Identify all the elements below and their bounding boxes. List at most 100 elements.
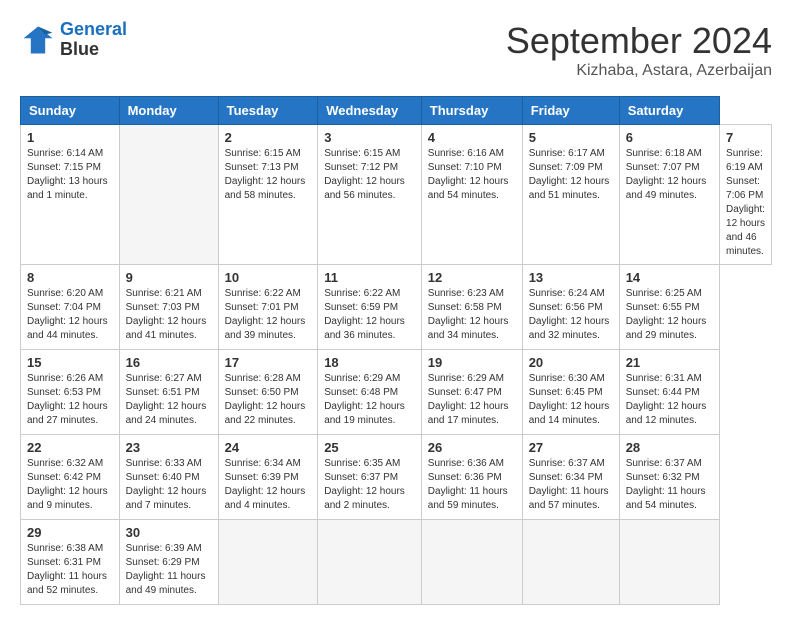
day-number: 1	[27, 130, 113, 145]
day-info: Sunrise: 6:34 AMSunset: 6:39 PMDaylight:…	[225, 457, 312, 513]
calendar-day-3: 3 Sunrise: 6:15 AMSunset: 7:12 PMDaylight…	[318, 125, 422, 265]
day-number: 29	[27, 525, 113, 540]
day-number: 14	[626, 270, 713, 285]
day-number: 24	[225, 440, 312, 455]
day-info: Sunrise: 6:29 AMSunset: 6:47 PMDaylight:…	[428, 372, 516, 428]
calendar-day-10: 10 Sunrise: 6:22 AMSunset: 7:01 PMDayligh…	[218, 265, 318, 350]
day-number: 23	[126, 440, 212, 455]
calendar-day-empty	[522, 520, 619, 605]
day-header-sunday: Sunday	[21, 97, 120, 125]
calendar-day-2: 2 Sunrise: 6:15 AMSunset: 7:13 PMDaylight…	[218, 125, 318, 265]
calendar-day-17: 17 Sunrise: 6:28 AMSunset: 6:50 PMDayligh…	[218, 350, 318, 435]
calendar-day-empty	[218, 520, 318, 605]
day-number: 28	[626, 440, 713, 455]
day-info: Sunrise: 6:29 AMSunset: 6:48 PMDaylight:…	[324, 372, 415, 428]
calendar-day-11: 11Sunrise: 6:22 AMSunset: 6:59 PMDayligh…	[318, 265, 422, 350]
calendar-day-21: 21Sunrise: 6:31 AMSunset: 6:44 PMDayligh…	[619, 350, 719, 435]
day-number: 12	[428, 270, 516, 285]
day-info: Sunrise: 6:26 AMSunset: 6:53 PMDaylight:…	[27, 372, 113, 428]
day-header-monday: Monday	[119, 97, 218, 125]
day-info: Sunrise: 6:33 AMSunset: 6:40 PMDaylight:…	[126, 457, 212, 513]
day-number: 7	[726, 130, 765, 145]
location-title: Kizhaba, Astara, Azerbaijan	[506, 62, 772, 80]
logo-text: General Blue	[60, 20, 127, 60]
day-info: Sunrise: 6:15 AMSunset: 7:13 PMDaylight:…	[225, 147, 312, 203]
day-info: Sunrise: 6:31 AMSunset: 6:44 PMDaylight:…	[626, 372, 713, 428]
day-info: Sunrise: 6:14 AMSunset: 7:15 PMDaylight:…	[27, 147, 113, 203]
day-number: 25	[324, 440, 415, 455]
day-header-saturday: Saturday	[619, 97, 719, 125]
day-number: 26	[428, 440, 516, 455]
calendar-day-empty	[619, 520, 719, 605]
day-number: 13	[529, 270, 613, 285]
calendar-day-15: 15 Sunrise: 6:26 AMSunset: 6:53 PMDayligh…	[21, 350, 120, 435]
calendar-week-5: 29 Sunrise: 6:38 AMSunset: 6:31 PMDayligh…	[21, 520, 772, 605]
day-info: Sunrise: 6:28 AMSunset: 6:50 PMDaylight:…	[225, 372, 312, 428]
calendar-day-empty	[421, 520, 522, 605]
calendar-day-25: 25 Sunrise: 6:35 AMSunset: 6:37 PMDayligh…	[318, 435, 422, 520]
day-info: Sunrise: 6:37 AMSunset: 6:32 PMDaylight:…	[626, 457, 713, 513]
calendar-day-8: 8Sunrise: 6:20 AMSunset: 7:04 PMDaylight…	[21, 265, 120, 350]
day-number: 16	[126, 355, 212, 370]
logo-icon	[20, 22, 56, 58]
day-info: Sunrise: 6:18 AMSunset: 7:07 PMDaylight:…	[626, 147, 713, 203]
calendar-day-9: 9 Sunrise: 6:21 AMSunset: 7:03 PMDaylight…	[119, 265, 218, 350]
day-info: Sunrise: 6:38 AMSunset: 6:31 PMDaylight:…	[27, 542, 113, 598]
calendar-day-13: 13Sunrise: 6:24 AMSunset: 6:56 PMDayligh…	[522, 265, 619, 350]
calendar-day-26: 26Sunrise: 6:36 AMSunset: 6:36 PMDayligh…	[421, 435, 522, 520]
calendar-day-19: 19 Sunrise: 6:29 AMSunset: 6:47 PMDayligh…	[421, 350, 522, 435]
day-info: Sunrise: 6:30 AMSunset: 6:45 PMDaylight:…	[529, 372, 613, 428]
day-info: Sunrise: 6:15 AMSunset: 7:12 PMDaylight:…	[324, 147, 415, 203]
day-info: Sunrise: 6:21 AMSunset: 7:03 PMDaylight:…	[126, 287, 212, 343]
calendar-day-18: 18 Sunrise: 6:29 AMSunset: 6:48 PMDayligh…	[318, 350, 422, 435]
day-number: 27	[529, 440, 613, 455]
day-info: Sunrise: 6:23 AMSunset: 6:58 PMDaylight:…	[428, 287, 516, 343]
day-number: 3	[324, 130, 415, 145]
day-info: Sunrise: 6:35 AMSunset: 6:37 PMDaylight:…	[324, 457, 415, 513]
calendar-table: SundayMondayTuesdayWednesdayThursdayFrid…	[20, 96, 772, 605]
calendar-day-30: 30 Sunrise: 6:39 AMSunset: 6:29 PMDayligh…	[119, 520, 218, 605]
day-number: 19	[428, 355, 516, 370]
day-header-tuesday: Tuesday	[218, 97, 318, 125]
calendar-day-23: 23 Sunrise: 6:33 AMSunset: 6:40 PMDayligh…	[119, 435, 218, 520]
calendar-day-28: 28 Sunrise: 6:37 AMSunset: 6:32 PMDayligh…	[619, 435, 719, 520]
day-number: 9	[126, 270, 212, 285]
calendar-day-1: 1 Sunrise: 6:14 AMSunset: 7:15 PMDaylight…	[21, 125, 120, 265]
calendar-day-empty	[119, 125, 218, 265]
day-number: 8	[27, 270, 113, 285]
calendar-day-4: 4Sunrise: 6:16 AMSunset: 7:10 PMDaylight…	[421, 125, 522, 265]
day-info: Sunrise: 6:27 AMSunset: 6:51 PMDaylight:…	[126, 372, 212, 428]
calendar-day-5: 5 Sunrise: 6:17 AMSunset: 7:09 PMDaylight…	[522, 125, 619, 265]
day-number: 15	[27, 355, 113, 370]
calendar-day-22: 22Sunrise: 6:32 AMSunset: 6:42 PMDayligh…	[21, 435, 120, 520]
day-number: 18	[324, 355, 415, 370]
day-number: 10	[225, 270, 312, 285]
calendar-day-14: 14Sunrise: 6:25 AMSunset: 6:55 PMDayligh…	[619, 265, 719, 350]
day-info: Sunrise: 6:39 AMSunset: 6:29 PMDaylight:…	[126, 542, 212, 598]
page-header: General Blue September 2024 Kizhaba, Ast…	[20, 20, 772, 80]
calendar-day-6: 6 Sunrise: 6:18 AMSunset: 7:07 PMDaylight…	[619, 125, 719, 265]
day-info: Sunrise: 6:19 AMSunset: 7:06 PMDaylight:…	[726, 147, 765, 259]
calendar-day-29: 29 Sunrise: 6:38 AMSunset: 6:31 PMDayligh…	[21, 520, 120, 605]
day-info: Sunrise: 6:32 AMSunset: 6:42 PMDaylight:…	[27, 457, 113, 513]
calendar-week-1: 1 Sunrise: 6:14 AMSunset: 7:15 PMDaylight…	[21, 125, 772, 265]
day-number: 30	[126, 525, 212, 540]
calendar-day-7: 7 Sunrise: 6:19 AMSunset: 7:06 PMDaylight…	[720, 125, 772, 265]
calendar-day-20: 20Sunrise: 6:30 AMSunset: 6:45 PMDayligh…	[522, 350, 619, 435]
calendar-week-3: 15 Sunrise: 6:26 AMSunset: 6:53 PMDayligh…	[21, 350, 772, 435]
day-header-thursday: Thursday	[421, 97, 522, 125]
calendar-day-27: 27 Sunrise: 6:37 AMSunset: 6:34 PMDayligh…	[522, 435, 619, 520]
day-info: Sunrise: 6:37 AMSunset: 6:34 PMDaylight:…	[529, 457, 613, 513]
logo: General Blue	[20, 20, 127, 60]
day-header-wednesday: Wednesday	[318, 97, 422, 125]
day-info: Sunrise: 6:16 AMSunset: 7:10 PMDaylight:…	[428, 147, 516, 203]
title-area: September 2024 Kizhaba, Astara, Azerbaij…	[506, 20, 772, 80]
day-number: 5	[529, 130, 613, 145]
day-number: 17	[225, 355, 312, 370]
day-info: Sunrise: 6:22 AMSunset: 7:01 PMDaylight:…	[225, 287, 312, 343]
day-number: 6	[626, 130, 713, 145]
day-number: 2	[225, 130, 312, 145]
calendar-day-12: 12 Sunrise: 6:23 AMSunset: 6:58 PMDayligh…	[421, 265, 522, 350]
calendar-week-2: 8Sunrise: 6:20 AMSunset: 7:04 PMDaylight…	[21, 265, 772, 350]
day-info: Sunrise: 6:17 AMSunset: 7:09 PMDaylight:…	[529, 147, 613, 203]
